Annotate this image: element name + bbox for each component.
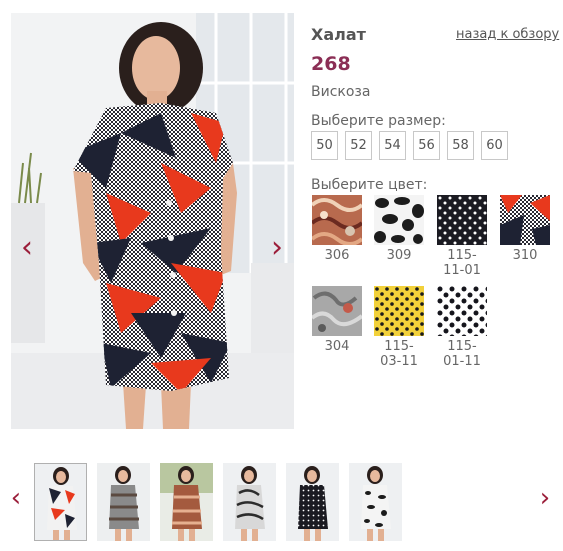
thumbnail-prev-arrow-icon[interactable]: ‹: [6, 478, 26, 518]
color-code: 115- 11-01: [443, 248, 481, 278]
color-swatch: [437, 286, 487, 336]
color-option-115-11-01[interactable]: 115- 11-01: [437, 195, 487, 278]
color-swatch: [374, 286, 424, 336]
color-swatch: [312, 286, 362, 336]
color-option-115-01-11[interactable]: 115- 01-11: [437, 286, 487, 369]
thumbnail-3[interactable]: [160, 463, 213, 541]
photo-prev-arrow-icon[interactable]: ‹: [15, 224, 39, 272]
thumbnail-6[interactable]: [349, 463, 402, 541]
product-material: Вискоза: [311, 84, 371, 100]
color-heading: Выберите цвет:: [311, 177, 428, 193]
size-option[interactable]: 58: [447, 131, 474, 160]
thumbnail-next-arrow-icon[interactable]: ›: [535, 478, 555, 518]
color-code: 309: [386, 248, 412, 263]
main-product-photo: [11, 13, 294, 429]
color-swatch: [374, 195, 424, 245]
color-option-304[interactable]: 304: [312, 286, 362, 354]
size-heading: Выберите размер:: [311, 113, 446, 129]
size-option[interactable]: 60: [481, 131, 508, 160]
color-swatch: [500, 195, 550, 245]
thumbnail-2[interactable]: [97, 463, 150, 541]
product-price: 268: [311, 53, 351, 75]
color-code: 310: [512, 248, 538, 263]
thumbnail-4[interactable]: [223, 463, 276, 541]
color-option-310[interactable]: 310: [500, 195, 550, 263]
size-option[interactable]: 52: [345, 131, 372, 160]
back-to-overview-link[interactable]: назад к обзору: [456, 27, 559, 42]
thumbnail-5[interactable]: [286, 463, 339, 541]
color-swatch: [312, 195, 362, 245]
color-option-115-03-11[interactable]: 115- 03-11: [374, 286, 424, 369]
size-option[interactable]: 54: [379, 131, 406, 160]
color-code: 306: [324, 248, 350, 263]
color-swatch: [437, 195, 487, 245]
size-list: 50 52 54 56 58 60: [311, 131, 515, 160]
size-option[interactable]: 50: [311, 131, 338, 160]
product-title: Халат: [311, 25, 366, 44]
color-option-306[interactable]: 306: [312, 195, 362, 263]
photo-next-arrow-icon[interactable]: ›: [265, 224, 289, 272]
color-code: 115- 03-11: [380, 339, 418, 369]
size-option[interactable]: 56: [413, 131, 440, 160]
thumbnail-strip: ‹ ›: [0, 460, 563, 545]
color-option-309[interactable]: 309: [374, 195, 424, 263]
color-code: 304: [324, 339, 350, 354]
color-code: 115- 01-11: [443, 339, 481, 369]
thumbnail-1[interactable]: [34, 463, 87, 541]
